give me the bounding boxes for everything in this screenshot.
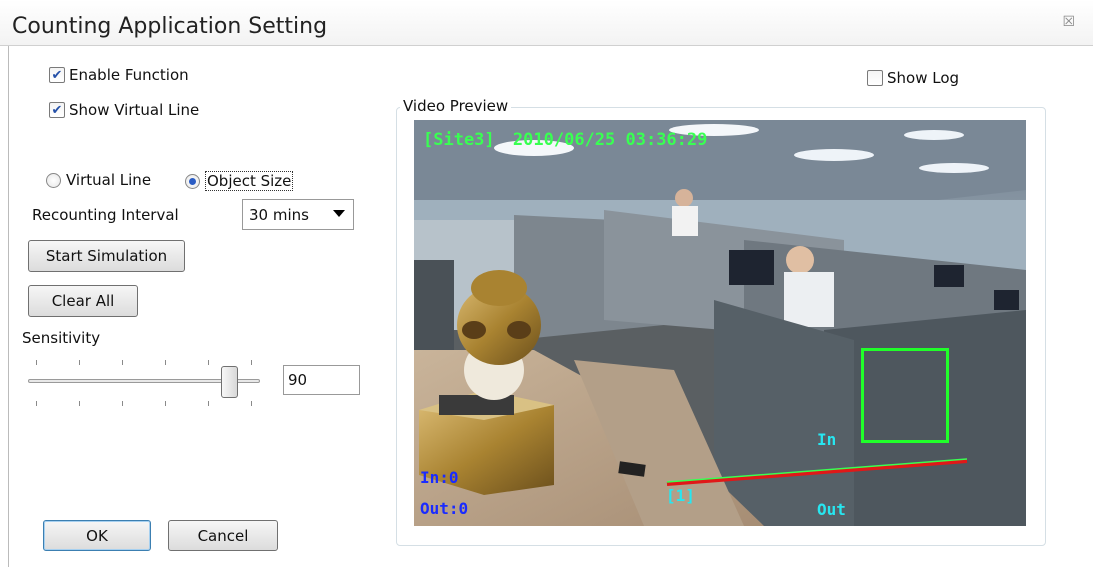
show-virtual-line-label: Show Virtual Line <box>69 101 200 119</box>
checkmark-icon: ✔ <box>51 102 63 118</box>
overlay-out-label: Out <box>817 500 846 519</box>
slider-tick <box>165 360 166 365</box>
sensitivity-label: Sensitivity <box>22 329 101 347</box>
video-preview[interactable]: [Site3] 2010/06/25 03:36:29 In Out [1] I… <box>414 120 1026 526</box>
chevron-down-icon[interactable] <box>333 210 345 217</box>
slider-tick <box>79 360 80 365</box>
title-bar[interactable]: Counting Application Setting ☒ <box>0 0 1093 46</box>
video-preview-label: Video Preview <box>400 97 512 115</box>
show-log-checkbox[interactable]: Show Log <box>867 69 959 87</box>
window-title: Counting Application Setting <box>12 14 328 39</box>
slider-tick <box>122 401 123 406</box>
object-size-radio-label: Object Size <box>205 171 294 191</box>
slider-tick <box>122 360 123 365</box>
checkbox-box[interactable]: ✔ <box>49 67 65 83</box>
show-virtual-line-checkbox[interactable]: ✔ Show Virtual Line <box>49 101 199 119</box>
radio-circle[interactable] <box>185 173 200 189</box>
start-simulation-button[interactable]: Start Simulation <box>28 240 185 272</box>
radio-circle[interactable] <box>46 172 61 188</box>
recounting-interval-label: Recounting Interval <box>32 206 179 224</box>
checkbox-box[interactable] <box>867 70 883 86</box>
sensitivity-value-input[interactable]: 90 <box>283 365 360 395</box>
slider-tick <box>79 401 80 406</box>
close-icon[interactable]: ☒ <box>1062 14 1075 30</box>
overlay-out-count: Out:0 <box>420 499 469 518</box>
overlay-in-label: In <box>817 430 837 449</box>
slider-tick <box>251 360 252 365</box>
recounting-interval-select[interactable]: 30 mins <box>242 199 354 230</box>
radio-selected-dot <box>189 177 196 185</box>
virtual-line-radio[interactable]: Virtual Line <box>46 171 151 189</box>
virtual-line-radio-label: Virtual Line <box>66 171 152 189</box>
overlay-in-count: In:0 <box>420 468 459 487</box>
object-size-radio[interactable]: Object Size <box>185 171 294 191</box>
enable-function-label: Enable Function <box>69 66 189 84</box>
slider-tick <box>165 401 166 406</box>
cancel-button[interactable]: Cancel <box>168 520 278 551</box>
show-log-label: Show Log <box>887 69 960 87</box>
checkbox-box[interactable]: ✔ <box>49 102 65 118</box>
slider-thumb[interactable] <box>221 366 238 398</box>
checkmark-icon: ✔ <box>51 67 63 83</box>
ok-button[interactable]: OK <box>43 520 151 551</box>
recounting-interval-value: 30 mins <box>249 205 309 224</box>
overlay-line-id: [1] <box>666 486 695 505</box>
window-left-border <box>8 46 9 567</box>
slider-tick <box>36 360 37 365</box>
enable-function-checkbox[interactable]: ✔ Enable Function <box>49 66 189 84</box>
slider-tick <box>251 401 252 406</box>
virtual-line-overlay[interactable] <box>414 120 1026 526</box>
slider-tick <box>208 401 209 406</box>
slider-tick <box>36 401 37 406</box>
slider-tick <box>208 360 209 365</box>
clear-all-button[interactable]: Clear All <box>28 285 138 317</box>
